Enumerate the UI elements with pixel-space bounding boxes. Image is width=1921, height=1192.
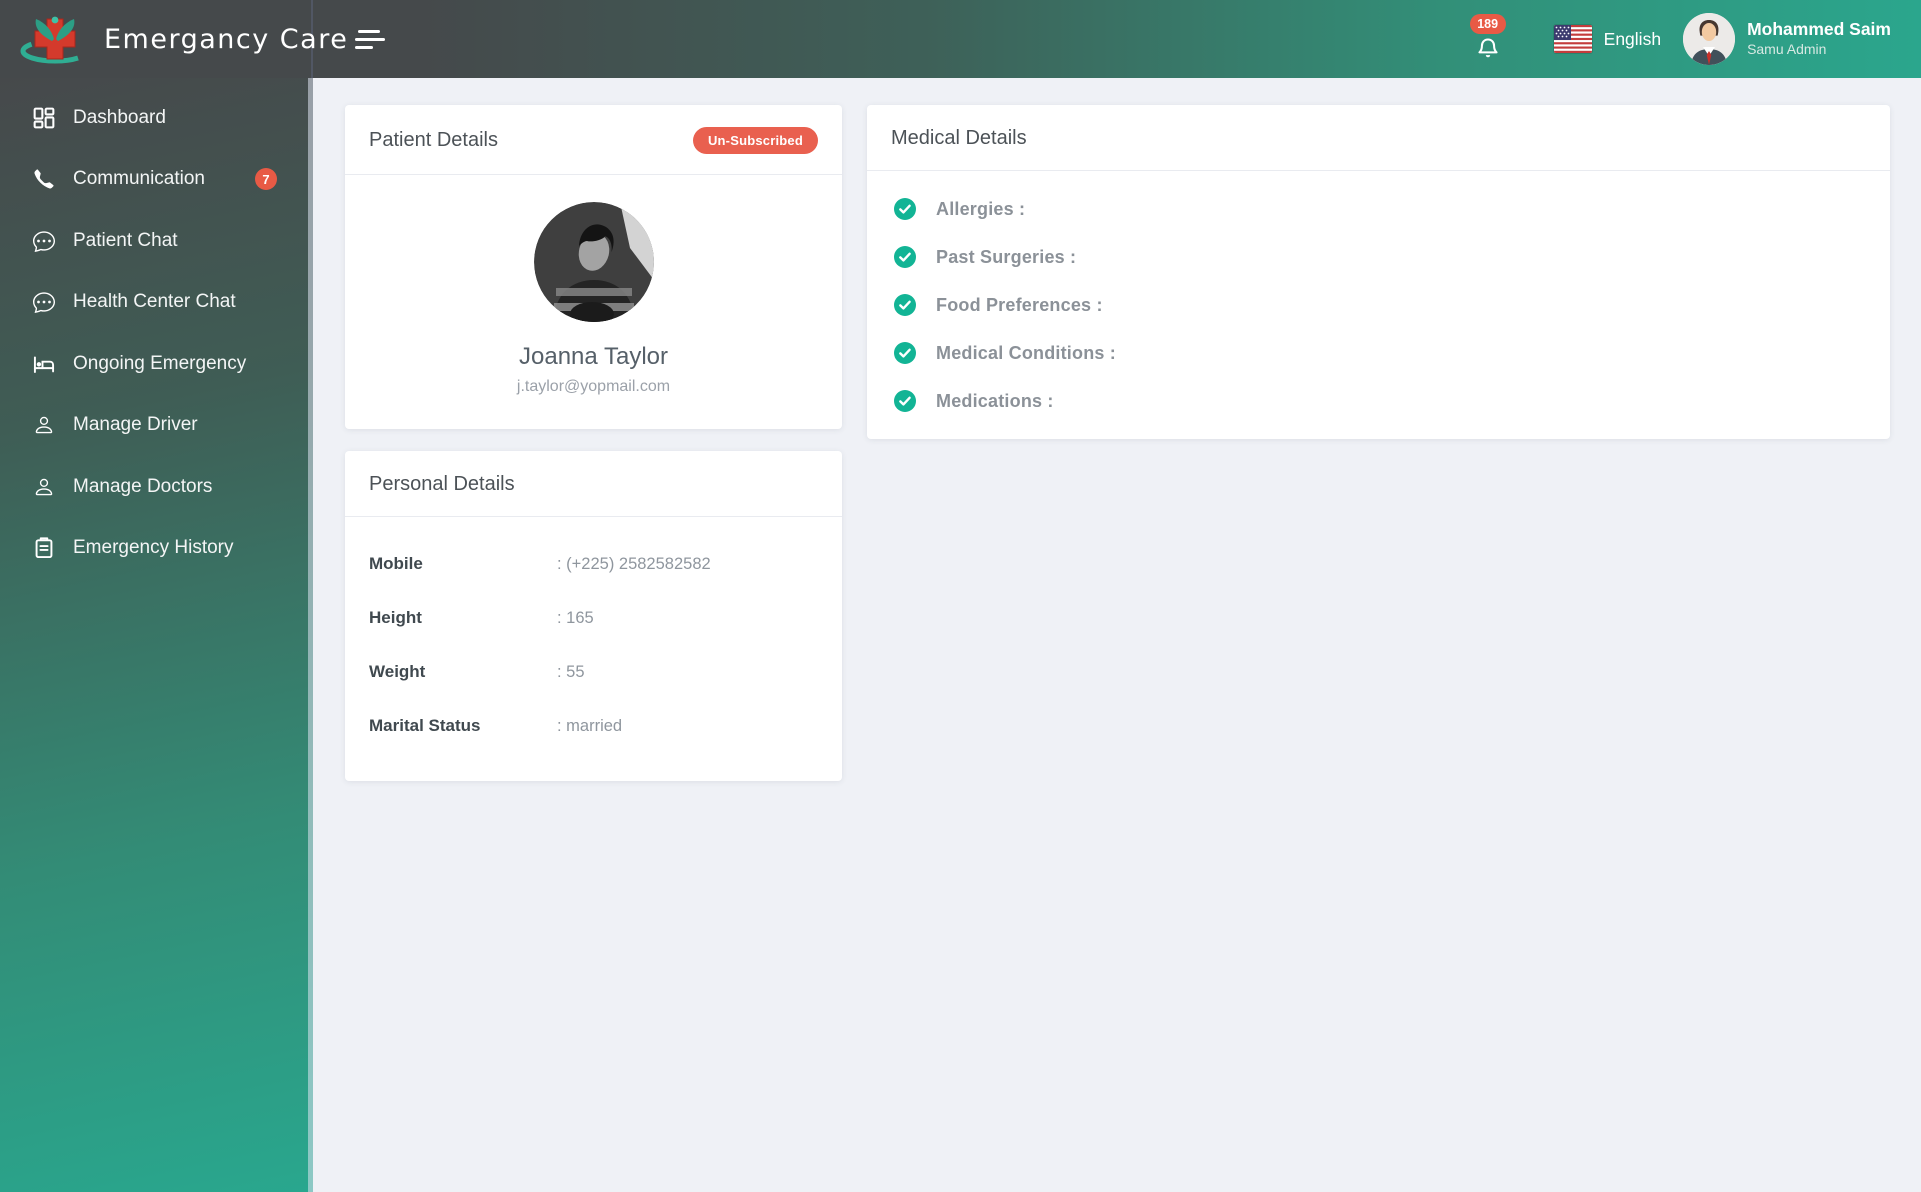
sidebar-item-communication[interactable]: Communication 7 — [0, 149, 313, 211]
personal-value: : 165 — [557, 609, 594, 628]
sidebar-item-emergency-history[interactable]: Emergency History — [0, 518, 313, 580]
main-content: Patient Details Un-Subscribed — [313, 78, 1921, 1192]
right-column: Medical Details Allergies : — [867, 105, 1890, 439]
sidebar-item-health-center-chat[interactable]: Health Center Chat — [0, 272, 313, 334]
chat-dots-icon — [33, 230, 55, 252]
person-icon — [33, 414, 55, 436]
medical-details-title: Medical Details — [891, 127, 1027, 150]
brand-name: Emergancy Care — [104, 24, 348, 55]
personal-row-height: Height : 165 — [369, 608, 818, 628]
medical-details-card: Medical Details Allergies : — [867, 105, 1890, 439]
personal-label: Mobile — [369, 554, 557, 574]
user-avatar — [1683, 13, 1735, 65]
medical-label: Allergies : — [936, 199, 1025, 220]
sidebar-item-label: Emergency History — [73, 537, 234, 559]
sidebar-item-manage-driver[interactable]: Manage Driver — [0, 395, 313, 457]
check-circle-icon — [894, 198, 916, 220]
left-column: Patient Details Un-Subscribed — [345, 105, 842, 781]
medical-item-medical-conditions: Medical Conditions : — [894, 342, 1866, 364]
personal-details-title: Personal Details — [369, 473, 515, 496]
topbar-right-group: 189 — [1468, 13, 1921, 65]
check-circle-icon — [894, 390, 916, 412]
user-menu[interactable]: Mohammed Saim Samu Admin — [1683, 13, 1891, 65]
sidebar-item-label: Manage Doctors — [73, 476, 212, 498]
personal-details-header: Personal Details — [345, 451, 842, 517]
patient-name: Joanna Taylor — [519, 343, 668, 371]
person-icon — [33, 476, 55, 498]
sidebar-item-label: Communication — [73, 168, 205, 190]
personal-row-marital-status: Marital Status : married — [369, 716, 818, 736]
medical-details-body: Allergies : Past Surgeries : — [867, 171, 1890, 439]
sidebar-item-manage-doctors[interactable]: Manage Doctors — [0, 456, 313, 518]
sidebar-item-label: Patient Chat — [73, 230, 178, 252]
clipboard-icon — [33, 537, 55, 559]
user-role: Samu Admin — [1747, 41, 1891, 59]
dashboard-grid-icon — [33, 107, 55, 129]
user-meta: Mohammed Saim Samu Admin — [1747, 19, 1891, 58]
chat-dots-icon — [33, 291, 55, 313]
subscription-status-badge: Un-Subscribed — [693, 127, 818, 154]
sidebar-nav: Dashboard Communication 7 Patient Chat — [0, 78, 313, 579]
personal-row-weight: Weight : 55 — [369, 662, 818, 682]
check-circle-icon — [894, 246, 916, 268]
check-circle-icon — [894, 294, 916, 316]
sidebar-scrollbar[interactable] — [308, 78, 313, 1192]
language-selector[interactable]: English — [1604, 29, 1661, 50]
medical-label: Medical Conditions : — [936, 343, 1116, 364]
notifications-button[interactable]: 189 — [1468, 13, 1508, 65]
sidebar-item-label: Ongoing Emergency — [73, 353, 246, 375]
patient-details-header: Patient Details Un-Subscribed — [345, 105, 842, 175]
personal-row-mobile: Mobile : (+225) 2582582582 — [369, 554, 818, 574]
patient-photo — [534, 202, 654, 322]
personal-value: : married — [557, 717, 622, 736]
medical-details-header: Medical Details — [867, 105, 1890, 171]
patient-details-title: Patient Details — [369, 129, 498, 152]
sidebar-item-dashboard[interactable]: Dashboard — [0, 87, 313, 149]
personal-details-card: Personal Details Mobile : (+225) 2582582… — [345, 451, 842, 781]
personal-label: Weight — [369, 662, 557, 682]
user-name: Mohammed Saim — [1747, 19, 1891, 41]
patient-details-card: Patient Details Un-Subscribed — [345, 105, 842, 429]
medical-item-medications: Medications : — [894, 390, 1866, 412]
medical-item-past-surgeries: Past Surgeries : — [894, 246, 1866, 268]
language-flag-us[interactable] — [1554, 25, 1592, 53]
check-circle-icon — [894, 342, 916, 364]
bell-icon — [1475, 35, 1501, 63]
personal-value: : (+225) 2582582582 — [557, 555, 711, 574]
medical-label: Medications : — [936, 391, 1054, 412]
medical-label: Food Preferences : — [936, 295, 1103, 316]
sidebar-item-patient-chat[interactable]: Patient Chat — [0, 210, 313, 272]
medical-item-food-preferences: Food Preferences : — [894, 294, 1866, 316]
medical-item-allergies: Allergies : — [894, 198, 1866, 220]
sidebar: Dashboard Communication 7 Patient Chat — [0, 78, 313, 1192]
phone-icon — [33, 168, 55, 190]
sidebar-item-label: Dashboard — [73, 107, 166, 129]
communication-count-badge: 7 — [255, 168, 277, 190]
personal-label: Marital Status — [369, 716, 557, 736]
medical-label: Past Surgeries : — [936, 247, 1076, 268]
brand-logo[interactable]: Emergancy Care — [0, 0, 313, 78]
sidebar-item-label: Manage Driver — [73, 414, 198, 436]
personal-details-body: Mobile : (+225) 2582582582 Height : 165 … — [345, 517, 842, 781]
sidebar-toggle-button[interactable] — [355, 27, 387, 51]
notification-count-badge: 189 — [1470, 14, 1506, 34]
brand-logo-icon — [14, 7, 96, 72]
patient-email: j.taylor@yopmail.com — [517, 378, 670, 396]
sidebar-item-ongoing-emergency[interactable]: Ongoing Emergency — [0, 333, 313, 395]
sidebar-item-label: Health Center Chat — [73, 291, 236, 313]
topbar: Emergancy Care 189 — [0, 0, 1921, 78]
patient-details-body: Joanna Taylor j.taylor@yopmail.com — [345, 175, 842, 429]
personal-value: : 55 — [557, 663, 585, 682]
personal-label: Height — [369, 608, 557, 628]
hospital-bed-icon — [33, 353, 55, 375]
